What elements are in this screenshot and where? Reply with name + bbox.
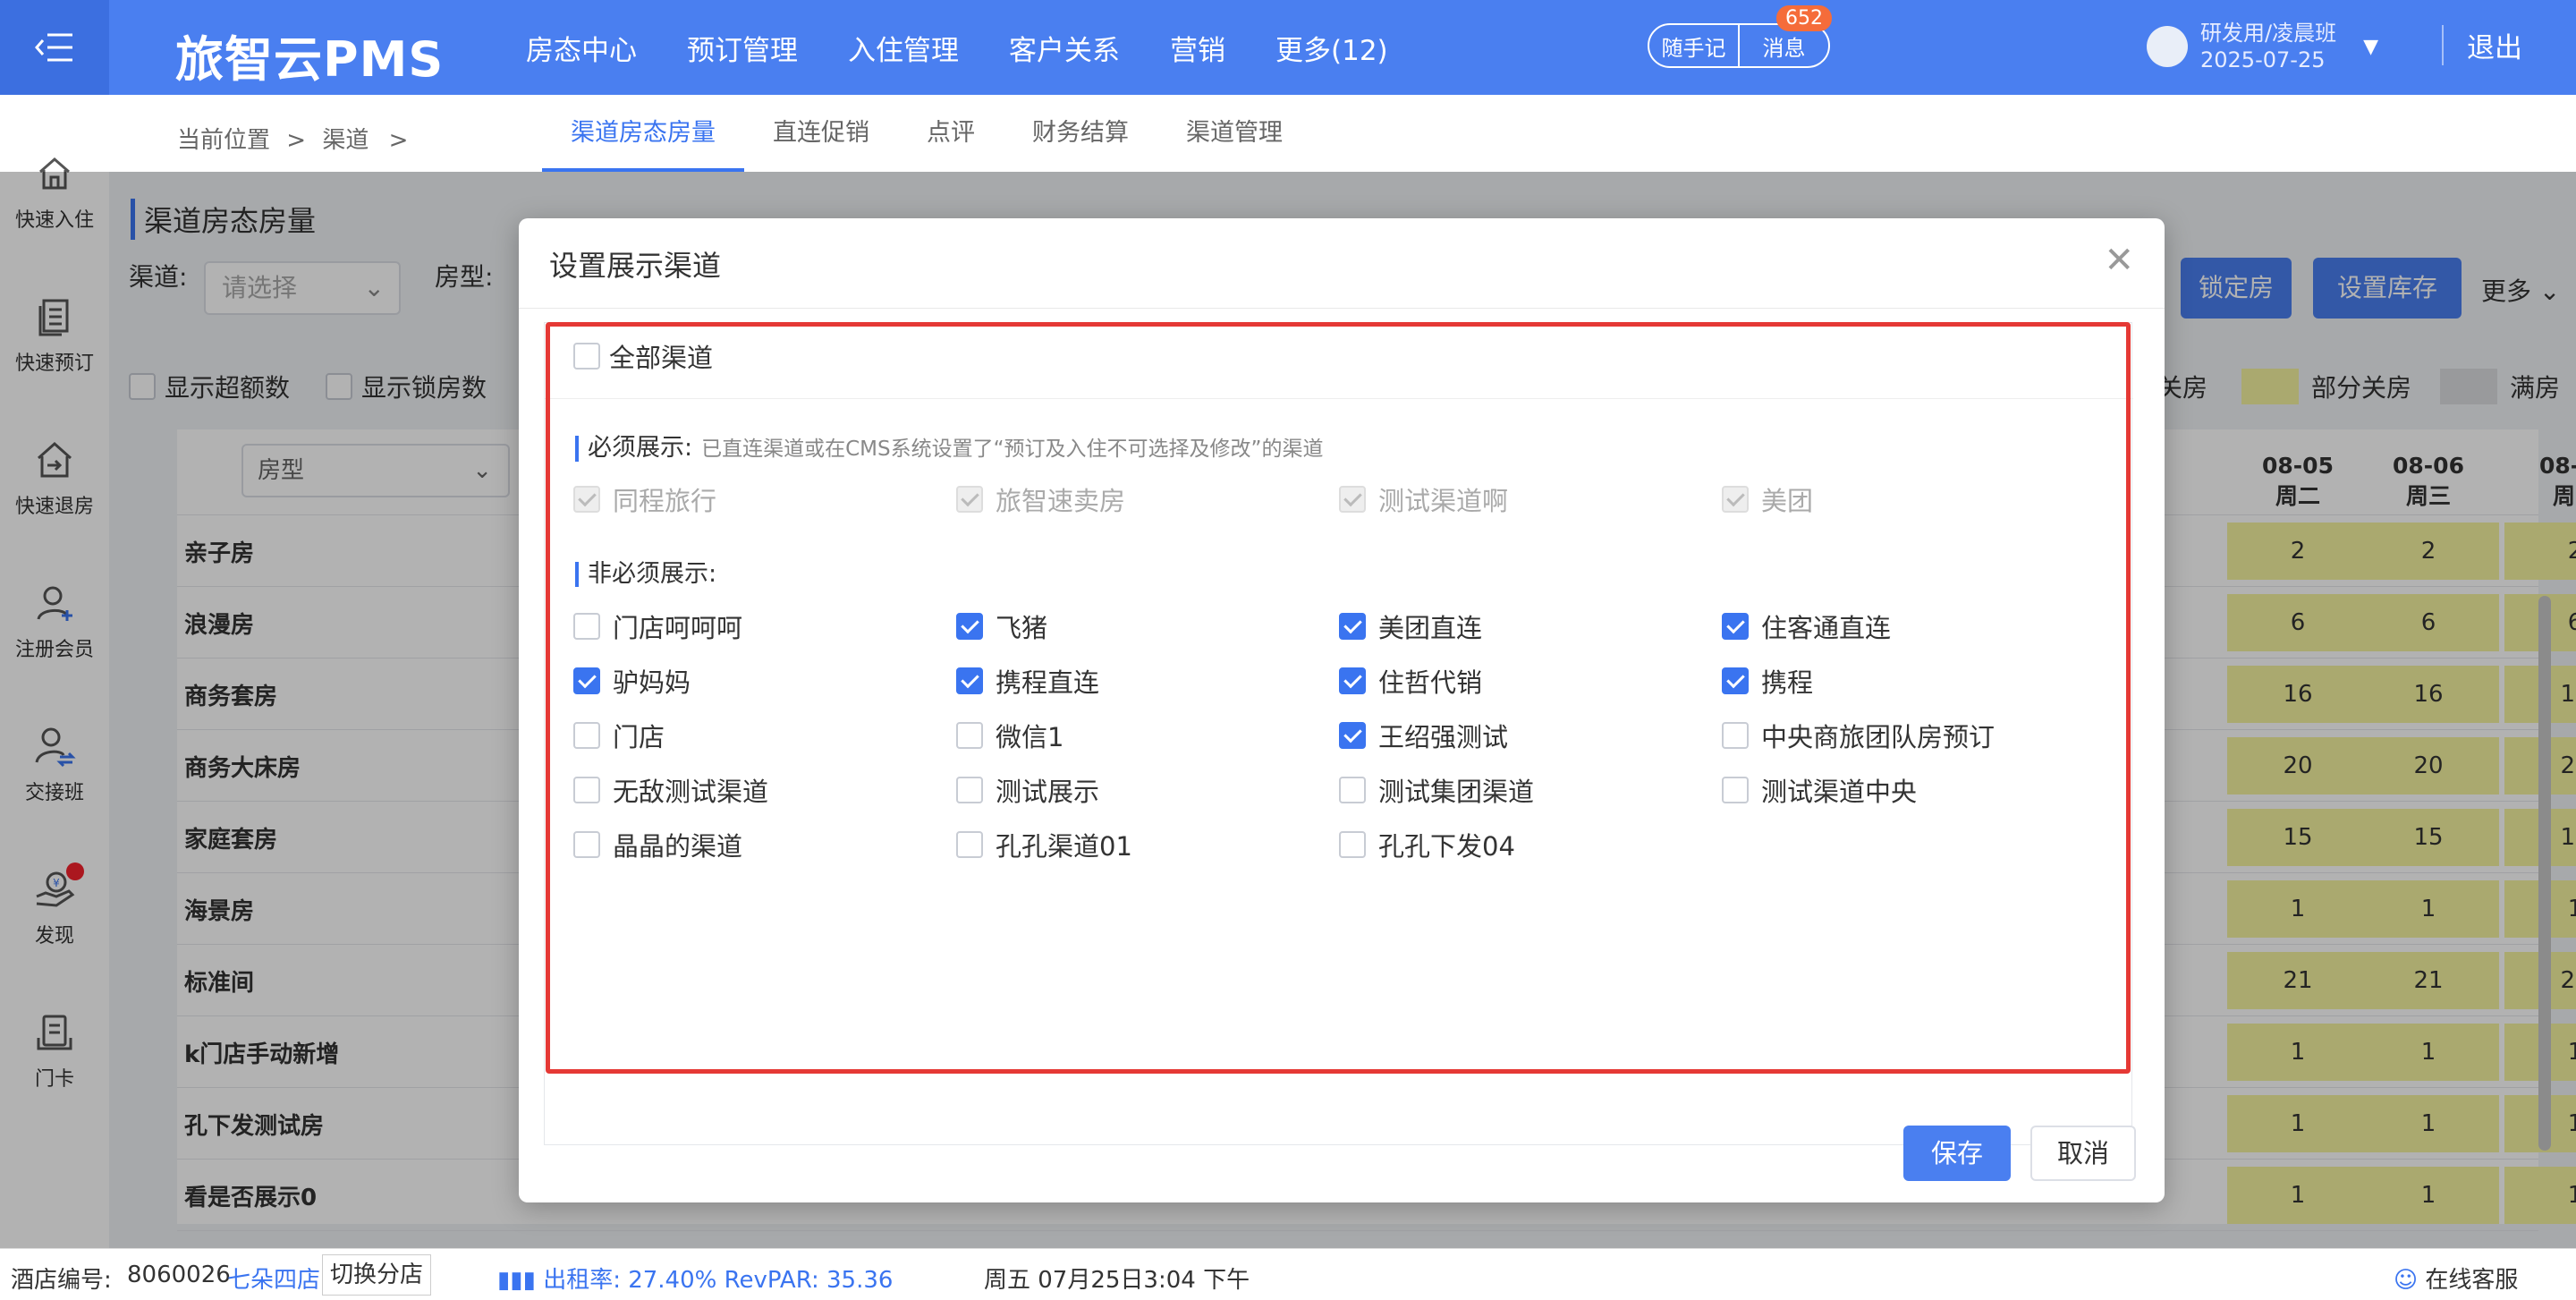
online-service-button[interactable]: ☺ 在线客服 [2394, 1262, 2518, 1295]
dialog-divider [519, 308, 2165, 309]
breadcrumb-label: 当前位置 [177, 127, 271, 154]
breadcrumb-bar: 当前位置 > 渠道 > 渠道房态房量 直连促销 点评 财务结算 渠道管理 [109, 95, 2576, 172]
set-display-channels-dialog: 设置展示渠道 ✕ 全部渠道 必须展示: 已直连渠道或在CMS系统设置了“预订及入住… [519, 218, 2165, 1202]
occupancy-text: 出租率: 27.40% RevPAR: 35.36 [543, 1267, 894, 1294]
menu-toggle-button[interactable] [0, 0, 109, 95]
save-button[interactable]: 保存 [1903, 1126, 2011, 1181]
hotel-number-label: 酒店编号: [11, 1267, 112, 1294]
bar-chart-icon: ▮▮▮ [497, 1267, 544, 1294]
user-name: 研发用/凌晨班 [2200, 21, 2337, 46]
tabs: 渠道房态房量 直连促销 点评 财务结算 渠道管理 [542, 95, 1311, 172]
notes-button[interactable]: 随手记 [1649, 30, 1738, 62]
highlight-box [546, 322, 2131, 1074]
dialog-title: 设置展示渠道 [549, 249, 722, 283]
nav-room-status[interactable]: 房态中心 [526, 28, 637, 68]
hotel-name: 七朵四店 [227, 1267, 321, 1294]
user-date: 2025-07-25 [2200, 47, 2326, 72]
tab-reviews[interactable]: 点评 [898, 95, 1004, 172]
cancel-button[interactable]: 取消 [2030, 1126, 2136, 1181]
app-logo: 旅智云PMS [175, 31, 445, 88]
breadcrumb-current[interactable]: 渠道 [322, 127, 369, 154]
tab-finance[interactable]: 财务结算 [1004, 95, 1157, 172]
support-icon: ☺ [2394, 1267, 2419, 1294]
current-datetime: 周五 07月25日3:04 下午 [984, 1267, 1250, 1294]
close-icon[interactable]: ✕ [2104, 240, 2134, 281]
nav-marketing[interactable]: 营销 [1170, 28, 1225, 68]
breadcrumb-separator: > [286, 127, 307, 154]
nav-booking[interactable]: 预订管理 [687, 28, 798, 68]
user-info: 研发用/凌晨班 2025-07-25 [2200, 20, 2336, 73]
occupancy-stats: ▮▮▮ 出租率: 27.40% RevPAR: 35.36 [497, 1262, 893, 1295]
messages-button[interactable]: 消息 [1740, 30, 1828, 62]
nav-more[interactable]: 更多(12) [1275, 28, 1388, 68]
switch-branch-button[interactable]: 切换分店 [322, 1254, 432, 1296]
menu-collapse-icon [35, 33, 72, 62]
logout-button[interactable]: 退出 [2442, 25, 2522, 65]
hotel-number: 8060026 [127, 1262, 231, 1288]
nav-crm[interactable]: 客户关系 [1009, 28, 1120, 68]
user-menu[interactable]: 研发用/凌晨班 2025-07-25 ▼ [2147, 20, 2378, 73]
tab-direct-promotion[interactable]: 直连促销 [744, 95, 898, 172]
status-bar: 酒店编号: 8060026 七朵四店 切换分店 ▮▮▮ 出租率: 27.40% … [0, 1248, 2576, 1300]
avatar [2147, 26, 2188, 67]
chevron-down-icon[interactable]: ▼ [2363, 36, 2378, 58]
tab-channel-room-status[interactable]: 渠道房态房量 [542, 95, 744, 172]
message-count-badge: 652 [1776, 5, 1832, 31]
breadcrumb-separator: > [388, 127, 409, 154]
online-service-label: 在线客服 [2425, 1267, 2519, 1294]
top-bar: 旅智云PMS 房态中心 预订管理 入住管理 客户关系 营销 更多(12) 随手记… [0, 0, 2576, 95]
tab-channel-management[interactable]: 渠道管理 [1157, 95, 1311, 172]
nav-checkin[interactable]: 入住管理 [848, 28, 959, 68]
top-nav: 房态中心 预订管理 入住管理 客户关系 营销 更多(12) [501, 0, 1413, 95]
breadcrumb: 当前位置 > 渠道 > [177, 122, 408, 155]
